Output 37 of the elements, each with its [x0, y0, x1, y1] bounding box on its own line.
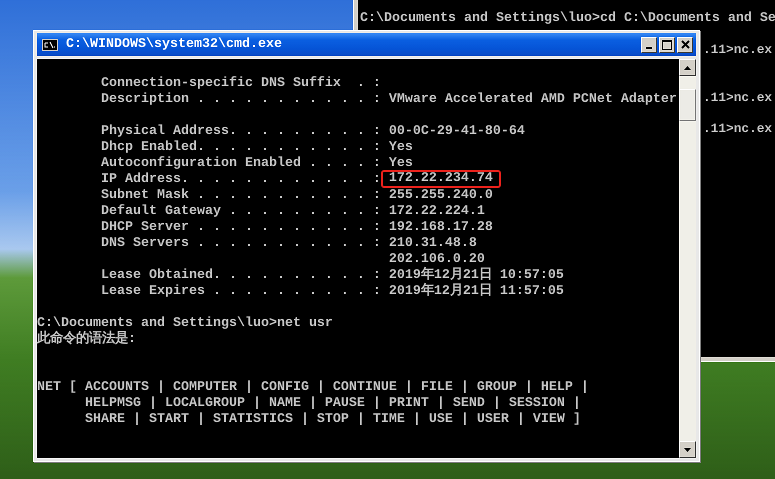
close-button[interactable]: [677, 36, 693, 52]
console-line: Autoconfiguration Enabled . . . . : Yes: [100, 156, 413, 171]
console-line: HELPMSG | LOCALGROUP | NAME | PAUSE | PRINT | SEND | SESSION |: [84, 396, 581, 411]
console-line: C:\Documents and Settings\luo>cd C:\Documents and Se: [359, 11, 775, 27]
console-line: SHARE | START | STATISTICS | STOP | TIME | USE | USER | VIEW ]: [84, 412, 581, 427]
minimize-icon: [646, 47, 652, 49]
console-line: .11>nc.ex: [703, 121, 772, 137]
ip-address-value: 172.22.234.74: [388, 171, 493, 186]
console-line: IP Address. . . . . . . . . . . . :: [100, 172, 382, 187]
console-line: .11>nc.ex: [703, 90, 772, 106]
console-icon: [42, 38, 58, 50]
scroll-down-button[interactable]: [679, 441, 696, 458]
console-line: Description . . . . . . . . . . . : VMware Accelerated AMD PCNet Adapter: [100, 92, 677, 107]
console-line: DNS Servers . . . . . . . . . . . : 210.31.48.8: [100, 236, 477, 251]
console-line: NET [ ACCOUNTS | COMPUTER | CONFIG | CONTINUE | FILE | GROUP | HELP |: [37, 380, 589, 395]
console-line: Lease Obtained. . . . . . . . . . : 2019年12月21日 10:57:05: [100, 268, 564, 283]
console-line: Dhcp Enabled. . . . . . . . . . . : Yes: [100, 140, 413, 155]
scroll-up-button[interactable]: [679, 59, 696, 76]
console-line: C:\Documents and Settings\luo>net usr: [37, 316, 333, 331]
window-title: C:\WINDOWS\system32\cmd.exe: [66, 37, 282, 52]
console-line: Physical Address. . . . . . . . . : 00-0C-29-41-80-64: [100, 124, 525, 139]
scrollbar-thumb[interactable]: [679, 89, 696, 121]
minimize-button[interactable]: [641, 36, 657, 52]
down-arrow-icon: [684, 448, 691, 452]
console-line: Connection-specific DNS Suffix . :: [100, 76, 381, 91]
maximize-icon: [662, 40, 672, 50]
close-icon: [680, 40, 690, 49]
console-line: 202.106.0.20: [388, 252, 485, 267]
console-line: DHCP Server . . . . . . . . . . . : 192.168.17.28: [100, 220, 493, 235]
console-line: Default Gateway . . . . . . . . . : 172.22.224.1: [100, 204, 485, 219]
console-line: .11>nc.ex: [703, 42, 772, 58]
console-line: 此命令的语法是:: [37, 332, 136, 347]
up-arrow-icon: [684, 66, 691, 70]
console-line: Subnet Mask . . . . . . . . . . . : 255.255.240.0: [100, 188, 493, 203]
maximize-button[interactable]: [659, 36, 675, 52]
console-line: Lease Expires . . . . . . . . . . : 2019年12月21日 11:57:05: [100, 284, 564, 299]
vertical-scrollbar[interactable]: [679, 59, 696, 458]
